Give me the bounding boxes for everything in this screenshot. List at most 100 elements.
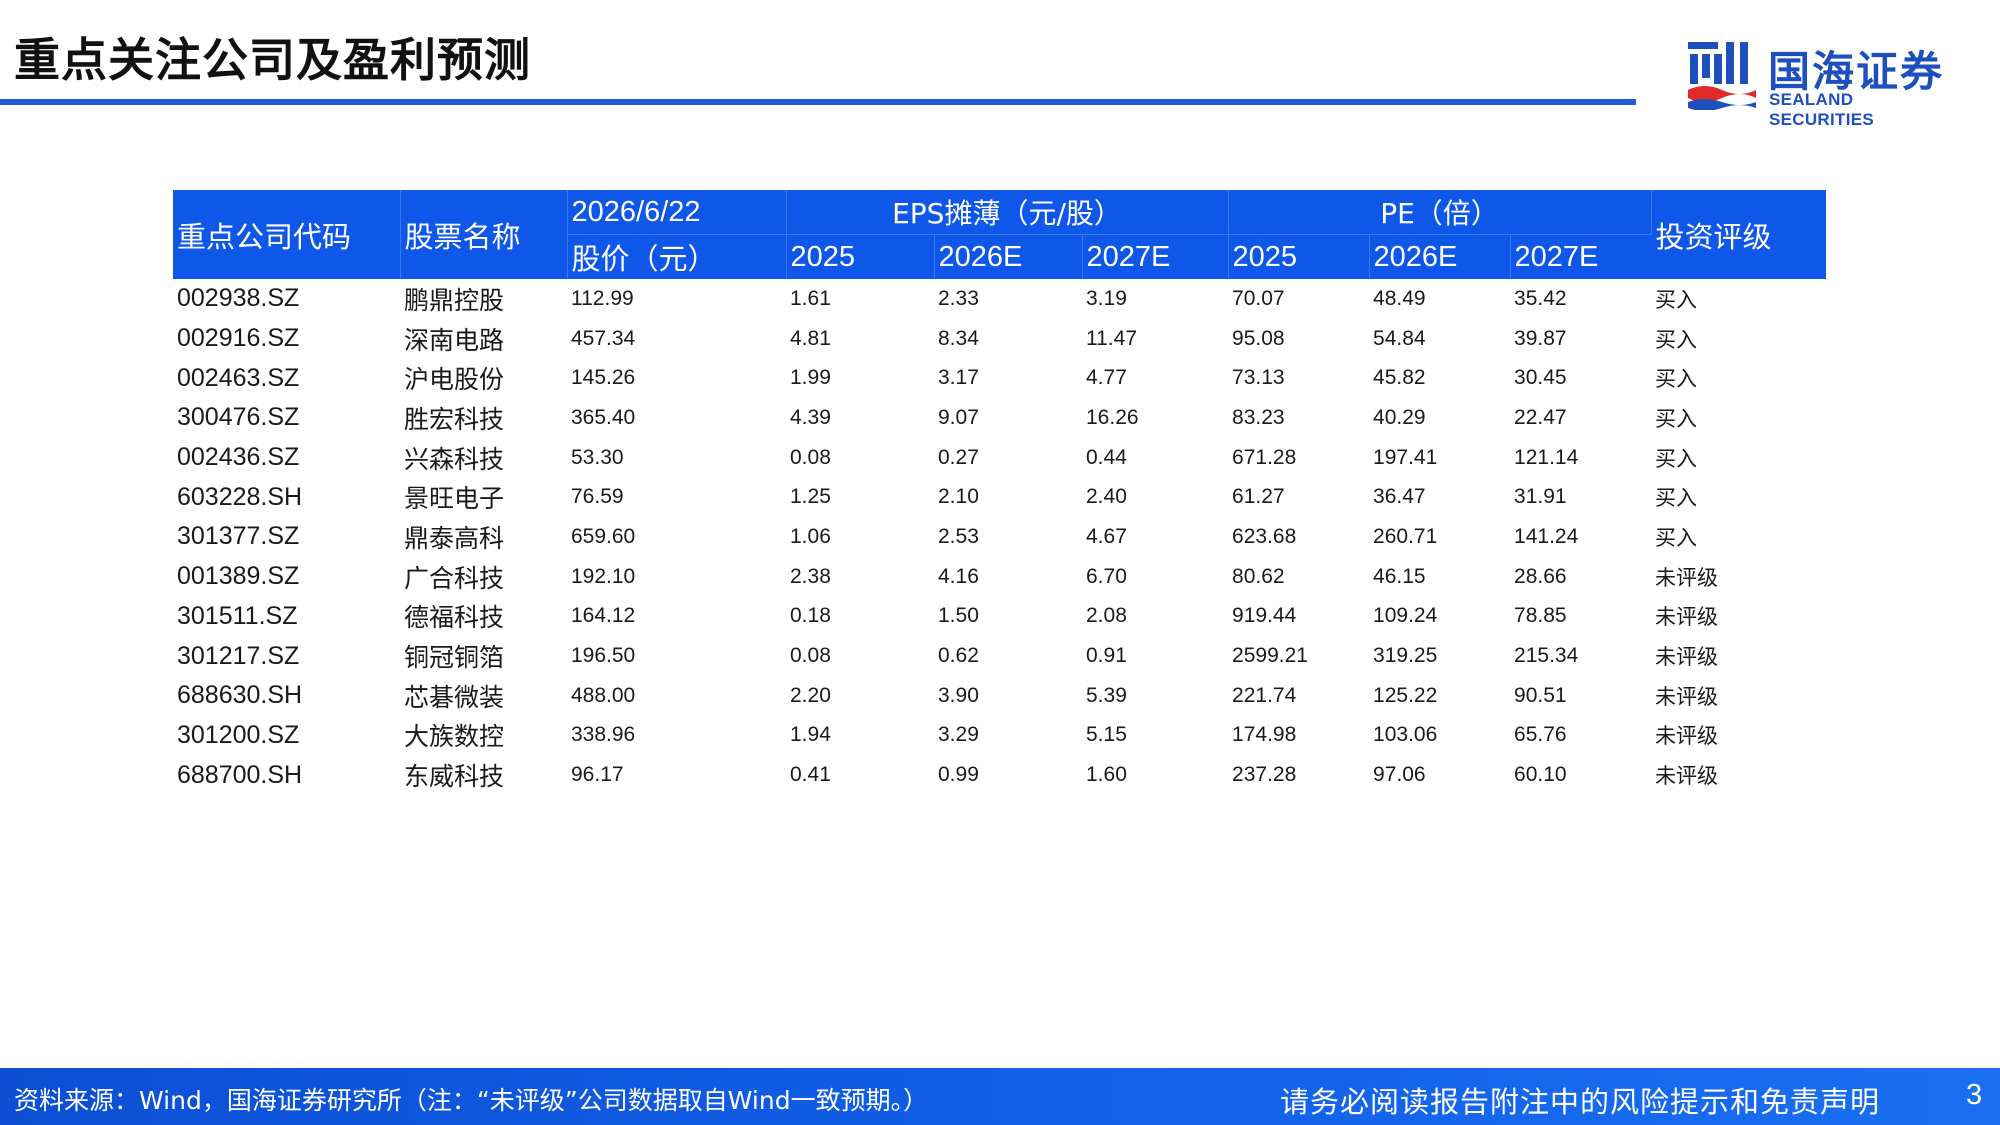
- cell-name: 深南电路: [404, 325, 505, 355]
- cell-eps-2026e: 4.16: [938, 564, 979, 588]
- table-row: 301511.SZ 德福科技 164.12 0.18 1.50 2.08 919.44 109…: [173, 597, 1826, 637]
- cell-price: 659.60: [571, 524, 636, 548]
- cell-code: 301217.SZ: [177, 641, 300, 670]
- cell-pe-2026e: 36.47: [1373, 485, 1426, 509]
- cell-pe-2026e: 109.24: [1373, 604, 1438, 628]
- cell-eps-2027e: 16.26: [1086, 405, 1139, 429]
- cell-eps-2025: 0.41: [790, 763, 831, 787]
- cell-price: 365.40: [571, 405, 636, 429]
- header-pe-group: PE（倍）: [1228, 190, 1652, 235]
- cell-rating: 买入: [1655, 486, 1698, 511]
- table-row: 001389.SZ 广合科技 192.10 2.38 4.16 6.70 80.62 46.1…: [173, 557, 1826, 597]
- cell-eps-2026e: 2.53: [938, 524, 979, 548]
- cell-price: 196.50: [571, 644, 636, 668]
- cell-pe-2027e: 141.24: [1514, 524, 1579, 548]
- cell-eps-2025: 1.61: [790, 286, 831, 310]
- stock-forecast-table: 重点公司代码 股票名称 2026/6/22 EPS摊薄（元/股） PE（倍） 投…: [173, 190, 1827, 795]
- cell-name: 沪电股份: [404, 365, 505, 395]
- header-date: 2026/6/22: [567, 190, 787, 235]
- cell-pe-2026e: 48.49: [1373, 286, 1426, 310]
- cell-pe-2025: 174.98: [1232, 723, 1297, 747]
- cell-eps-2026e: 3.17: [938, 366, 979, 390]
- table-row: 688630.SH 芯碁微装 488.00 2.20 3.90 5.39 221.74 125…: [173, 676, 1826, 716]
- cell-pe-2026e: 197.41: [1373, 445, 1438, 469]
- cell-pe-2025: 919.44: [1232, 604, 1297, 628]
- cell-price: 192.10: [571, 564, 636, 588]
- table-row: 301200.SZ 大族数控 338.96 1.94 3.29 5.15 174.98 103…: [173, 716, 1826, 756]
- cell-eps-2026e: 3.29: [938, 723, 979, 747]
- cell-code: 001389.SZ: [177, 562, 300, 591]
- cell-code: 002916.SZ: [177, 324, 300, 353]
- cell-code: 688700.SH: [177, 760, 303, 789]
- cell-pe-2026e: 319.25: [1373, 644, 1438, 668]
- cell-pe-2027e: 90.51: [1514, 683, 1567, 707]
- cell-pe-2025: 80.62: [1232, 564, 1285, 588]
- cell-pe-2027e: 31.91: [1514, 485, 1567, 509]
- cell-pe-2027e: 30.45: [1514, 366, 1567, 390]
- cell-price: 96.17: [571, 763, 624, 787]
- company-logo: 国海证券 SEALAND SECURITIES: [1680, 38, 1960, 129]
- cell-name: 大族数控: [404, 722, 505, 752]
- cell-name: 鹏鼎控股: [404, 285, 505, 315]
- cell-pe-2026e: 260.71: [1373, 524, 1438, 548]
- cell-eps-2025: 1.06: [790, 524, 831, 548]
- cell-rating: 未评级: [1655, 724, 1719, 749]
- cell-price: 53.30: [571, 445, 624, 469]
- cell-eps-2026e: 9.07: [938, 405, 979, 429]
- cell-pe-2025: 61.27: [1232, 485, 1285, 509]
- cell-pe-2025: 623.68: [1232, 524, 1297, 548]
- cell-eps-2027e: 5.39: [1086, 683, 1127, 707]
- cell-name: 鼎泰高科: [404, 523, 505, 553]
- cell-name: 景旺电子: [404, 484, 505, 514]
- cell-pe-2027e: 78.85: [1514, 604, 1567, 628]
- table-row: 002436.SZ 兴森科技 53.30 0.08 0.27 0.44 671.28 197.…: [173, 438, 1826, 478]
- cell-rating: 买入: [1655, 287, 1698, 312]
- cell-pe-2025: 73.13: [1232, 366, 1285, 390]
- cell-price: 145.26: [571, 366, 636, 390]
- cell-pe-2025: 95.08: [1232, 326, 1285, 350]
- cell-eps-2027e: 4.77: [1086, 366, 1127, 390]
- cell-pe-2027e: 65.76: [1514, 723, 1567, 747]
- cell-eps-2027e: 3.19: [1086, 286, 1127, 310]
- header-pe-2025: 2025: [1228, 234, 1370, 279]
- cell-rating: 未评级: [1655, 605, 1719, 630]
- title-divider: [0, 99, 1636, 105]
- header-eps-2025: 2025: [786, 234, 935, 279]
- cell-eps-2026e: 0.99: [938, 763, 979, 787]
- cell-name: 芯碁微装: [404, 682, 505, 712]
- cell-pe-2025: 671.28: [1232, 445, 1297, 469]
- cell-pe-2025: 83.23: [1232, 405, 1285, 429]
- cell-eps-2026e: 3.90: [938, 683, 979, 707]
- footer-disclaimer: 请务必阅读报告附注中的风险提示和免责声明: [1280, 1085, 1881, 1119]
- header-rating: 投资评级: [1651, 190, 1827, 279]
- cell-eps-2027e: 2.08: [1086, 604, 1127, 628]
- logo-english-text: SEALAND SECURITIES: [1769, 90, 1875, 129]
- cell-price: 112.99: [571, 286, 634, 310]
- cell-code: 301200.SZ: [177, 720, 300, 749]
- cell-eps-2026e: 1.50: [938, 604, 979, 628]
- cell-code: 002463.SZ: [177, 363, 300, 392]
- cell-pe-2027e: 35.42: [1514, 286, 1567, 310]
- cell-name: 广合科技: [404, 563, 505, 593]
- header-pe-2027e: 2027E: [1510, 234, 1652, 279]
- cell-eps-2025: 1.99: [790, 366, 831, 390]
- cell-pe-2025: 2599.21: [1232, 644, 1308, 668]
- cell-pe-2025: 237.28: [1232, 763, 1297, 787]
- cell-eps-2027e: 1.60: [1086, 763, 1127, 787]
- cell-eps-2025: 2.38: [790, 564, 831, 588]
- cell-code: 301511.SZ: [177, 601, 298, 630]
- cell-price: 76.59: [571, 485, 624, 509]
- table-row: 300476.SZ 胜宏科技 365.40 4.39 9.07 16.26 83.23 40.…: [173, 398, 1826, 438]
- cell-price: 338.96: [571, 723, 636, 747]
- cell-code: 300476.SZ: [177, 403, 300, 432]
- cell-rating: 未评级: [1655, 764, 1719, 789]
- cell-eps-2025: 0.08: [790, 644, 831, 668]
- cell-eps-2027e: 0.91: [1086, 644, 1127, 668]
- cell-pe-2027e: 28.66: [1514, 564, 1567, 588]
- cell-eps-2027e: 6.70: [1086, 564, 1127, 588]
- cell-rating: 未评级: [1655, 684, 1719, 709]
- cell-eps-2025: 2.20: [790, 683, 831, 707]
- cell-price: 164.12: [571, 604, 636, 628]
- cell-code: 002436.SZ: [177, 443, 300, 472]
- cell-name: 东威科技: [404, 762, 505, 792]
